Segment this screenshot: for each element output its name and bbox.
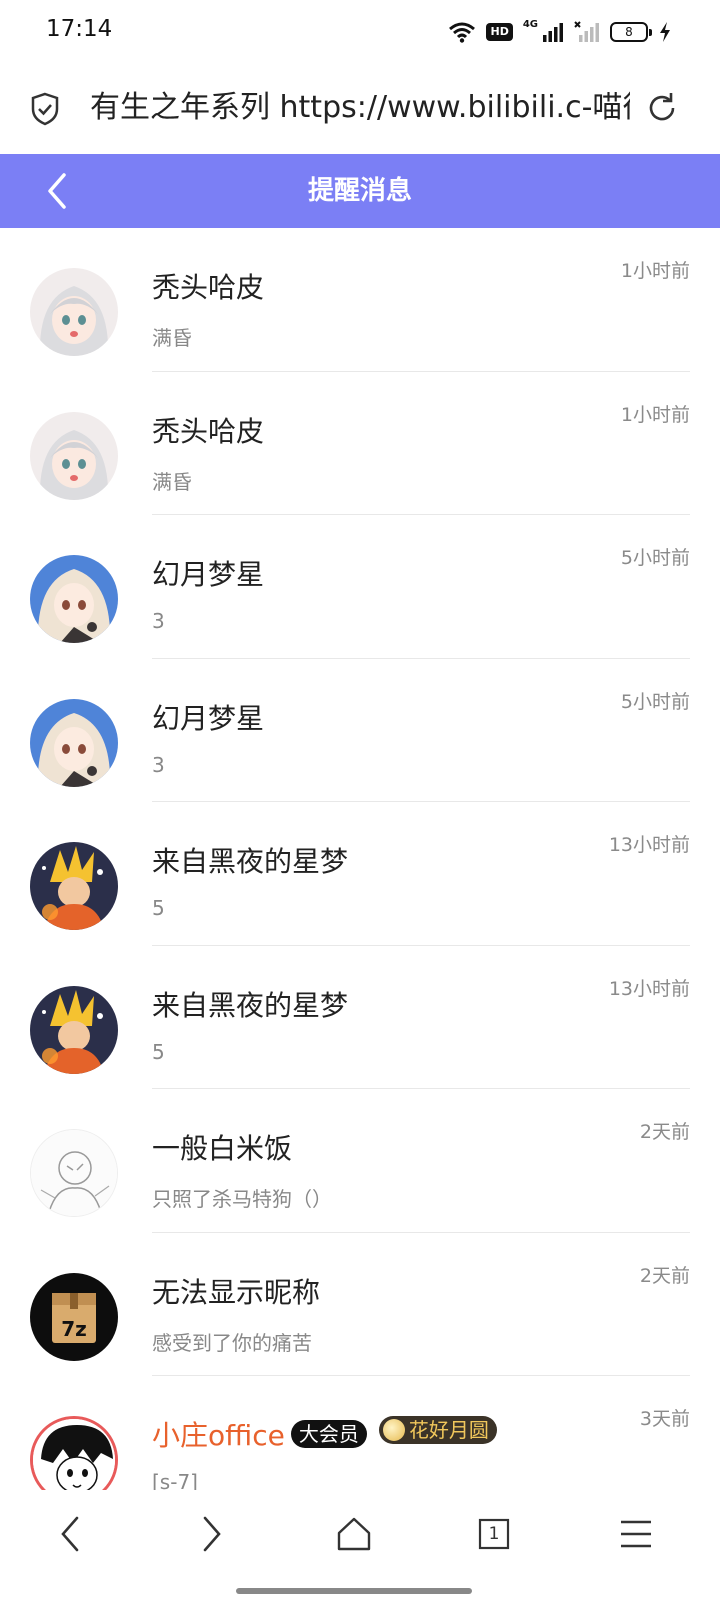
avatar[interactable] (30, 698, 118, 787)
avatar-archive-label: 7z (61, 1317, 87, 1341)
notice-item[interactable]: 来自黑夜的星梦 5 13小时前 (0, 946, 720, 1089)
network-type-label: 4G (522, 18, 538, 30)
menu-icon (621, 1520, 651, 1548)
page-title: 提醒消息 (307, 176, 412, 206)
status-bar: 17:14 HD 4G 8 (0, 0, 720, 62)
notice-time: 5小时前 (620, 547, 690, 569)
notice-time: 1小时前 (620, 403, 690, 426)
notice-sender-name[interactable]: 一般白米饭 (152, 1127, 292, 1167)
home-icon (337, 1517, 371, 1551)
notice-message: 3 (152, 752, 165, 777)
medal-label: 花好月圆 (408, 1418, 489, 1442)
chevron-left-icon (61, 1516, 79, 1552)
charging-icon (660, 22, 670, 42)
avatar[interactable] (30, 1129, 118, 1217)
battery-level: 8 (625, 25, 633, 39)
notice-message: 满昏 (152, 469, 192, 494)
notice-list: 秃头哈皮 满昏 1小时前 秃头哈皮 满昏 1小时前 幻月梦星 3 5小时前 幻月… (0, 228, 720, 1520)
notice-time: 1小时前 (620, 260, 690, 282)
notice-message: 满昏 (152, 326, 192, 350)
notice-message: 5 (152, 1039, 165, 1064)
nav-menu-button[interactable] (608, 1506, 664, 1562)
notice-message: 只照了杀马特狗（） (152, 1187, 332, 1211)
nav-tabs-button[interactable]: 1 (466, 1506, 522, 1562)
avatar[interactable] (30, 411, 118, 500)
signal-icon (543, 23, 563, 42)
notice-sender-name[interactable]: 秃头哈皮 (152, 410, 264, 450)
notice-item[interactable]: 秃头哈皮 满昏 1小时前 (0, 372, 720, 515)
notice-item[interactable]: 一般白米饭 只照了杀马特狗（） 2天前 (0, 1089, 720, 1233)
notice-sender-name[interactable]: 小庄office 大会员 花好月圆 (152, 1414, 497, 1454)
notice-sender-name[interactable]: 秃头哈皮 (152, 266, 264, 306)
avatar[interactable] (30, 985, 118, 1074)
nav-home-button[interactable] (326, 1506, 382, 1562)
vip-user-name[interactable]: 小庄office (152, 1419, 285, 1452)
big-member-badge: 大会员 (290, 1420, 367, 1448)
notice-time: 5小时前 (620, 690, 690, 713)
hd-icon: HD (486, 23, 513, 41)
notice-item[interactable]: 7z 无法显示昵称 感受到了你的痛苦 2天前 (0, 1233, 720, 1376)
nav-back-button[interactable] (42, 1506, 98, 1562)
notice-sender-name[interactable]: 幻月梦星 (152, 553, 264, 593)
nav-forward-button[interactable] (184, 1506, 240, 1562)
notice-sender-name[interactable]: 来自黑夜的星梦 (152, 984, 348, 1024)
notice-message: 5 (152, 896, 165, 920)
notice-time: 13小时前 (608, 834, 690, 856)
browser-url-bar[interactable]: 有生之年系列 https://www.bilibili.c-喵徊 (0, 62, 720, 154)
url-text[interactable]: 有生之年系列 https://www.bilibili.c-喵徊 (90, 88, 630, 128)
notice-message: 感受到了你的痛苦 (152, 1330, 312, 1355)
notice-time: 13小时前 (608, 977, 690, 1000)
signal-icon-no-service (574, 21, 599, 42)
browser-bottom-nav: 1 (0, 1490, 720, 1600)
status-time: 17:14 (46, 16, 113, 42)
battery-icon: 8 (610, 22, 652, 42)
wifi-icon (449, 22, 476, 43)
back-arrow-icon[interactable] (40, 169, 76, 213)
notice-time: 2天前 (639, 1121, 690, 1143)
notice-item[interactable]: 秃头哈皮 满昏 1小时前 (0, 228, 720, 372)
notice-item[interactable]: 幻月梦星 3 5小时前 (0, 515, 720, 659)
avatar[interactable]: 7z (30, 1272, 118, 1361)
notice-message: 3 (152, 609, 165, 633)
shield-icon[interactable] (30, 92, 60, 126)
tab-count: 1 (488, 1524, 500, 1544)
chevron-right-icon (203, 1516, 221, 1552)
notice-sender-name[interactable]: 来自黑夜的星梦 (152, 840, 348, 880)
status-icons: HD 4G 8 (448, 18, 672, 46)
home-indicator[interactable] (236, 1588, 472, 1594)
avatar[interactable] (30, 842, 118, 930)
notice-item[interactable]: 来自黑夜的星梦 5 13小时前 (0, 802, 720, 946)
reload-icon[interactable] (644, 90, 680, 126)
avatar[interactable] (30, 555, 118, 643)
medal-badge: 花好月圆 (378, 1416, 497, 1444)
avatar[interactable] (30, 268, 118, 356)
notice-item[interactable]: 幻月梦星 3 5小时前 (0, 659, 720, 802)
notice-time: 3天前 (639, 1408, 690, 1430)
notice-sender-name[interactable]: 无法显示昵称 (152, 1271, 320, 1311)
notice-time: 2天前 (639, 1264, 690, 1287)
app-header: 提醒消息 (0, 154, 720, 228)
moon-icon (382, 1419, 405, 1441)
notice-sender-name[interactable]: 幻月梦星 (152, 697, 264, 737)
